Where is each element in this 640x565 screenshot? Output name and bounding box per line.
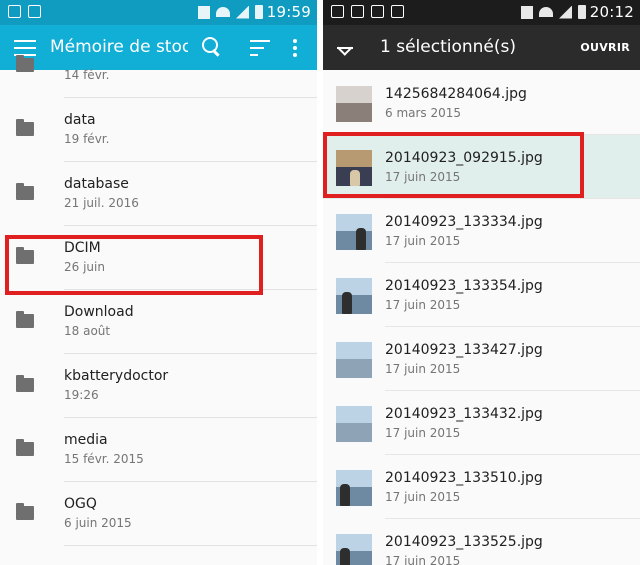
folder-icon: [16, 311, 34, 328]
file-item[interactable]: 20140923_133510.jpg 17 juin 2015: [323, 455, 640, 519]
file-date: 6 mars 2015: [385, 106, 462, 120]
folder-item[interactable]: media 15 févr. 2015: [0, 418, 317, 482]
battery-icon: [255, 5, 263, 19]
file-thumbnail: [336, 470, 372, 506]
file-thumbnail: [336, 342, 372, 378]
folder-name: kbatterydoctor: [64, 368, 169, 384]
file-thumbnail: [336, 214, 372, 250]
file-name: 20140923_133427.jpg: [385, 342, 543, 358]
folder-icon: [16, 119, 34, 136]
file-item[interactable]: 20140923_133427.jpg 17 juin 2015: [323, 327, 640, 391]
file-name: 20140923_133510.jpg: [385, 470, 543, 486]
folder-icon: [16, 439, 34, 456]
file-thumbnail: [336, 534, 372, 565]
folder-item[interactable]: kbatterydoctor 19:26: [0, 354, 317, 418]
mute-icon: [198, 5, 210, 19]
file-thumbnail: [336, 278, 372, 314]
signal-icon: [236, 5, 249, 19]
wifi-icon: [539, 7, 553, 17]
folder-item[interactable]: Download 18 août: [0, 290, 317, 354]
file-thumbnail: [336, 406, 372, 442]
file-name: 20140923_133525.jpg: [385, 534, 543, 550]
file-date: 17 juin 2015: [385, 554, 461, 565]
battery-icon: [578, 5, 586, 19]
file-item[interactable]: 20140923_133525.jpg 17 juin 2015: [323, 519, 640, 565]
folder-icon: [16, 55, 34, 72]
system-icons: [521, 5, 586, 19]
file-item[interactable]: 20140923_133354.jpg 17 juin 2015: [323, 263, 640, 327]
folder-item[interactable]: database 21 juil. 2016: [0, 162, 317, 226]
file-picker-panel: 20:12 1 sélectionné(s) OUVRIR 1425684284…: [323, 0, 640, 565]
folder-icon: [16, 503, 34, 520]
back-arrow-icon[interactable]: [335, 38, 355, 58]
selection-toolbar: 1 sélectionné(s) OUVRIR: [323, 25, 640, 70]
open-button[interactable]: OUVRIR: [580, 41, 630, 54]
file-name: 20140923_133432.jpg: [385, 406, 543, 422]
file-name: 20140923_133334.jpg: [385, 214, 543, 230]
file-item[interactable]: 1425684284064.jpg 6 mars 2015: [323, 71, 640, 135]
folder-name: Download: [64, 304, 134, 320]
folder-date: 14 févr.: [64, 68, 110, 82]
file-date: 17 juin 2015: [385, 362, 461, 376]
notification-icons: [331, 5, 404, 18]
file-item-selected[interactable]: 20140923_092915.jpg 17 juin 2015: [323, 135, 640, 199]
file-name: 1425684284064.jpg: [385, 86, 527, 102]
wifi-icon: [216, 7, 230, 17]
folder-item[interactable]: data 19 févr.: [0, 98, 317, 162]
notification-icons: [8, 5, 41, 18]
image-icon: [28, 5, 41, 18]
folder-item[interactable]: OGQ 6 juin 2015: [0, 482, 317, 546]
status-bar: 20:12: [323, 0, 640, 25]
file-item[interactable]: 20140923_133432.jpg 17 juin 2015: [323, 391, 640, 455]
file-date: 17 juin 2015: [385, 234, 461, 248]
folder-date: 19:26: [64, 388, 99, 402]
folder-item-dcim[interactable]: DCIM 26 juin: [0, 226, 317, 290]
signal-icon: [559, 5, 572, 19]
folder-date: 6 juin 2015: [64, 516, 132, 530]
folder-date: 21 juil. 2016: [64, 196, 139, 210]
folder-date: 19 févr.: [64, 132, 110, 146]
file-date: 17 juin 2015: [385, 490, 461, 504]
file-thumbnail: [336, 86, 372, 122]
folder-name: database: [64, 176, 129, 192]
folder-icon: [16, 375, 34, 392]
mute-icon: [521, 5, 533, 19]
clock: 20:12: [589, 3, 634, 21]
file-item[interactable]: 20140923_133334.jpg 17 juin 2015: [323, 199, 640, 263]
system-icons: [198, 5, 263, 19]
clock: 19:59: [266, 3, 311, 21]
selection-count: 1 sélectionné(s): [380, 37, 516, 57]
folder-name: DCIM: [64, 240, 101, 256]
folder-name: media: [64, 432, 108, 448]
folder-icon: [16, 183, 34, 200]
flag-icon: [391, 5, 404, 18]
file-date: 17 juin 2015: [385, 170, 461, 184]
folder-item[interactable]: 14 févr.: [0, 34, 317, 98]
voicemail-icon: [331, 5, 344, 18]
folder-date: 15 févr. 2015: [64, 452, 144, 466]
file-date: 17 juin 2015: [385, 298, 461, 312]
file-name: 20140923_092915.jpg: [385, 150, 543, 166]
file-date: 17 juin 2015: [385, 426, 461, 440]
folder-name: OGQ: [64, 496, 97, 512]
file-name: 20140923_133354.jpg: [385, 278, 543, 294]
status-bar: 19:59: [0, 0, 317, 25]
file-browser-panel: 19:59 Mémoire de stockage 14 févr. data …: [0, 0, 317, 565]
image-icon: [351, 5, 364, 18]
file-thumbnail: [336, 150, 372, 186]
voicemail-icon: [8, 5, 21, 18]
folder-date: 26 juin: [64, 260, 105, 274]
clean-icon: [371, 5, 384, 18]
folder-icon: [16, 247, 34, 264]
folder-name: data: [64, 112, 96, 128]
folder-date: 18 août: [64, 324, 111, 338]
